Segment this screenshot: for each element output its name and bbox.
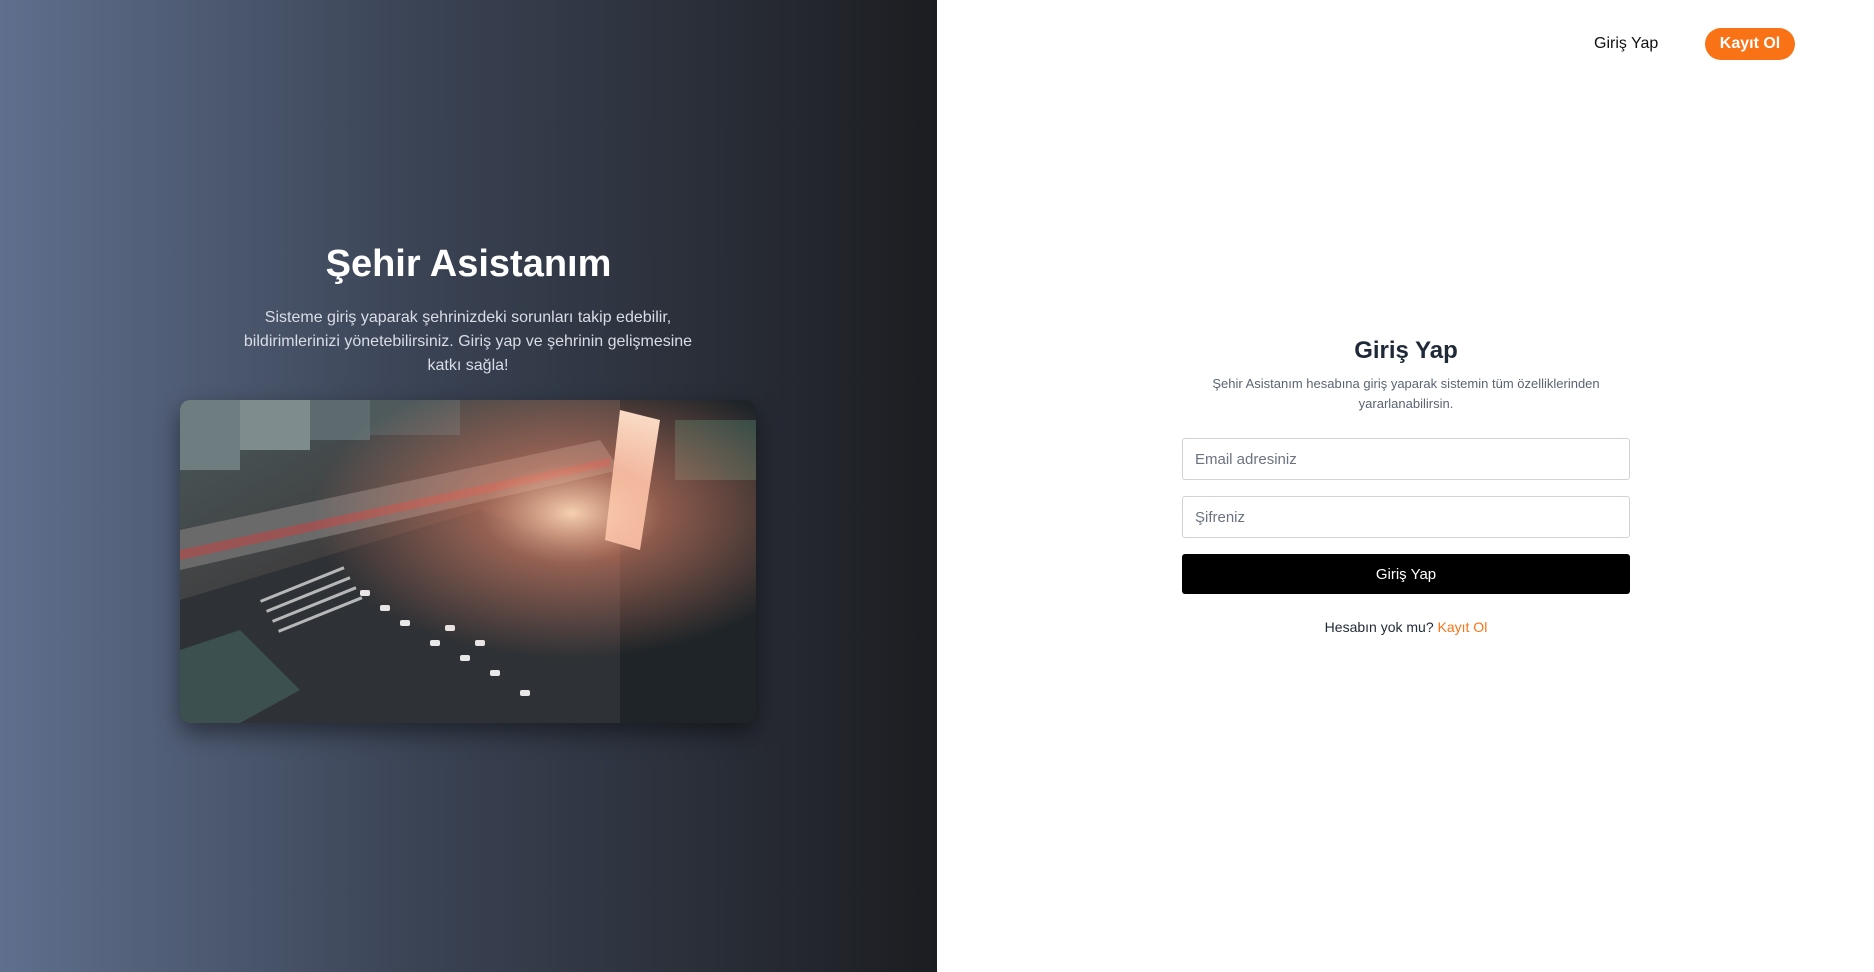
no-account-text: Hesabın yok mu? <box>1324 619 1434 635</box>
login-form-description: Şehir Asistanım hesabına giriş yaparak s… <box>1212 376 1600 411</box>
login-submit-button[interactable]: Giriş Yap <box>1182 554 1630 594</box>
email-field[interactable] <box>1182 438 1630 480</box>
city-photo-illustration <box>180 400 756 723</box>
hero-title: Şehir Asistanım <box>325 243 612 285</box>
signup-link[interactable]: Kayıt Ol <box>1438 619 1488 635</box>
nav-register-button[interactable]: Kayıt Ol <box>1705 28 1795 60</box>
hero-description: Sisteme giriş yaparak şehrinizdeki sorun… <box>243 309 693 374</box>
signup-prompt: Hesabın yok mu? Kayıt Ol <box>1182 619 1630 635</box>
nav-login-link[interactable]: Giriş Yap <box>1594 32 1658 56</box>
city-intersection-image <box>180 400 756 723</box>
hero-panel: Şehir Asistanım Sisteme giriş yaparak şe… <box>0 0 937 972</box>
password-field[interactable] <box>1182 496 1630 538</box>
login-form-title: Giriş Yap <box>1354 337 1458 364</box>
